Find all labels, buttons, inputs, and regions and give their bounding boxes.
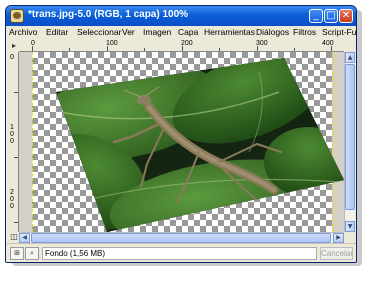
menu-herramientas[interactable]: Herramientas — [204, 27, 255, 37]
status-bar: ⊞ ⌕ Fondo (1,56 MB) Cancelar — [6, 243, 356, 262]
menu-ver[interactable]: Ver — [122, 27, 135, 37]
ruler-unit-icon[interactable]: ⊞ — [10, 247, 24, 260]
vertical-scrollbar[interactable]: ▲ ▼ — [344, 52, 355, 232]
cancel-button[interactable]: Cancelar — [320, 247, 353, 260]
menu-imagen[interactable]: Imagen — [143, 27, 171, 37]
menu-filtros[interactable]: Filtros — [293, 27, 316, 37]
navigate-icon[interactable] — [344, 232, 355, 243]
menu-capa[interactable]: Capa — [178, 27, 198, 37]
minimize-button[interactable]: _ — [309, 9, 323, 23]
horizontal-ruler[interactable]: 0 100 200 300 400 — [19, 40, 344, 52]
horizontal-scroll-thumb[interactable] — [31, 233, 331, 243]
scroll-left-button[interactable]: ◀ — [19, 233, 30, 243]
menu-dialogos[interactable]: Diálogos — [256, 27, 289, 37]
gimp-app-icon[interactable] — [10, 9, 24, 23]
ruler-corner-arrow-icon[interactable]: ▸ — [9, 40, 19, 52]
vertical-scroll-thumb[interactable] — [345, 64, 355, 210]
zoom-icon[interactable]: ⌕ — [25, 247, 39, 260]
menu-seleccionar[interactable]: Seleccionar — [77, 27, 121, 37]
rotated-photo — [56, 58, 344, 232]
horizontal-scrollbar[interactable]: ◀ ▶ — [19, 232, 344, 243]
image-window: *trans.jpg-5.0 (RGB, 1 capa) 100% _ □ ✕ … — [5, 5, 357, 263]
maximize-button[interactable]: □ — [324, 9, 338, 23]
ruler-label-v200: 200 — [10, 189, 14, 210]
menu-editar[interactable]: Editar — [46, 27, 68, 37]
image-canvas[interactable] — [19, 52, 344, 232]
ruler-label-v100: 100 — [10, 124, 14, 145]
title-bar[interactable]: *trans.jpg-5.0 (RGB, 1 capa) 100% _ □ ✕ — [6, 6, 356, 26]
scroll-up-button[interactable]: ▲ — [345, 52, 355, 63]
scroll-down-button[interactable]: ▼ — [345, 221, 355, 232]
menu-bar: Archivo Editar Seleccionar Ver Imagen Ca… — [6, 26, 356, 40]
status-text: Fondo (1,56 MB) — [42, 247, 317, 260]
menu-archivo[interactable]: Archivo — [9, 27, 37, 37]
scroll-right-button[interactable]: ▶ — [333, 233, 344, 243]
window-title: *trans.jpg-5.0 (RGB, 1 capa) 100% — [28, 9, 189, 20]
vertical-ruler[interactable]: 0 100 200 — [9, 52, 19, 232]
ruler-label-v0: 0 — [10, 54, 14, 61]
quick-mask-icon[interactable]: ◫ — [9, 232, 19, 243]
menu-script-fu[interactable]: Script-Fu — [322, 27, 356, 37]
close-button[interactable]: ✕ — [339, 9, 353, 23]
